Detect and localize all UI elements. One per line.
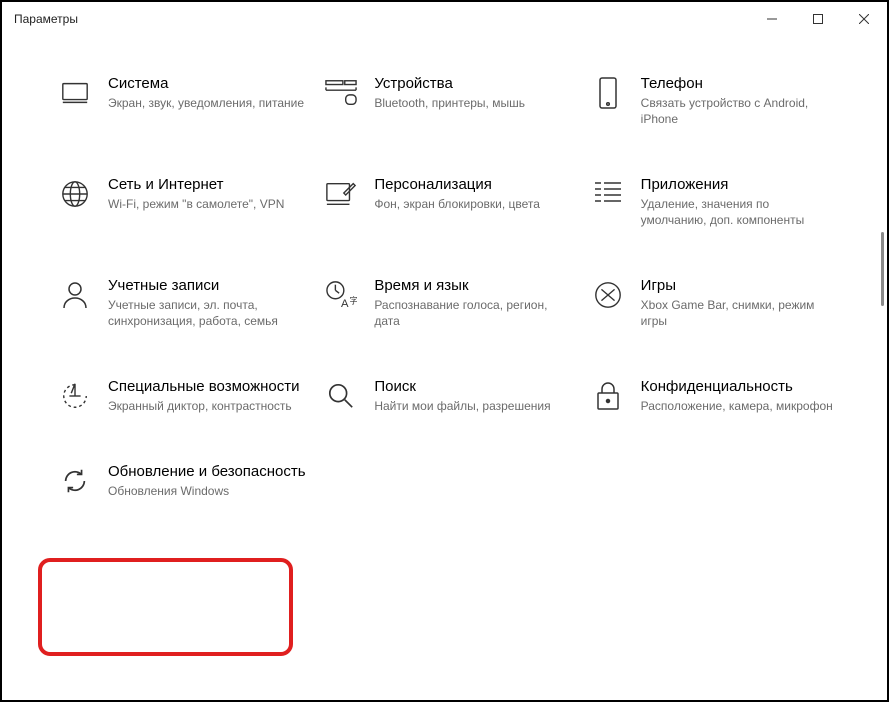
phone-icon [591,76,625,110]
category-accounts[interactable]: Учетные записи Учетные записи, эл. почта… [58,276,324,329]
category-desc: Учетные записи, эл. почта, синхронизация… [108,297,304,329]
time-language-icon: A字 [324,278,358,312]
gaming-icon [591,278,625,312]
category-apps[interactable]: Приложения Удаление, значения по умолчан… [591,175,857,228]
category-desc: Экранный диктор, контрастность [108,398,300,414]
svg-text:字: 字 [350,295,358,305]
search-icon [324,379,358,413]
accessibility-icon [58,379,92,413]
category-update-security[interactable]: Обновление и безопасность Обновления Win… [58,462,330,499]
category-system[interactable]: Система Экран, звук, уведомления, питани… [58,74,324,127]
category-title: Конфиденциальность [641,377,833,396]
titlebar: Параметры [2,2,887,36]
paint-icon [324,177,358,211]
category-desc: Связать устройство с Android, iPhone [641,95,837,127]
category-phone[interactable]: Телефон Связать устройство с Android, iP… [591,74,857,127]
window-controls [749,2,887,36]
category-desc: Фон, экран блокировки, цвета [374,196,540,212]
category-devices[interactable]: Устройства Bluetooth, принтеры, мышь [324,74,590,127]
update-icon [58,464,92,498]
category-title: Приложения [641,175,837,194]
minimize-button[interactable] [749,2,795,36]
category-desc: Удаление, значения по умолчанию, доп. ко… [641,196,837,228]
category-title: Обновление и безопасность [108,462,306,481]
window-title: Параметры [14,2,78,36]
category-privacy[interactable]: Конфиденциальность Расположение, камера,… [591,377,857,414]
settings-home: Система Экран, звук, уведомления, питани… [2,36,887,700]
display-icon [58,76,92,110]
person-icon [58,278,92,312]
category-ease-of-access[interactable]: Специальные возможности Экранный диктор,… [58,377,324,414]
category-personalization[interactable]: Персонализация Фон, экран блокировки, цв… [324,175,590,228]
category-title: Игры [641,276,837,295]
category-title: Поиск [374,377,550,396]
category-desc: Bluetooth, принтеры, мышь [374,95,525,111]
category-desc: Найти мои файлы, разрешения [374,398,550,414]
category-desc: Обновления Windows [108,483,306,499]
devices-icon [324,76,358,110]
lock-icon [591,379,625,413]
category-title: Система [108,74,304,93]
category-title: Специальные возможности [108,377,300,396]
category-desc: Wi-Fi, режим "в самолете", VPN [108,196,284,212]
category-title: Устройства [374,74,525,93]
close-button[interactable] [841,2,887,36]
category-desc: Распознавание голоса, регион, дата [374,297,570,329]
globe-icon [58,177,92,211]
category-network[interactable]: Сеть и Интернет Wi-Fi, режим "в самолете… [58,175,324,228]
maximize-button[interactable] [795,2,841,36]
category-title: Персонализация [374,175,540,194]
apps-icon [591,177,625,211]
category-gaming[interactable]: Игры Xbox Game Bar, снимки, режим игры [591,276,857,329]
category-title: Сеть и Интернет [108,175,284,194]
scrollbar-thumb[interactable] [881,232,884,306]
svg-text:A: A [341,298,349,310]
categories-grid: Система Экран, звук, уведомления, питани… [58,74,857,499]
category-title: Время и язык [374,276,570,295]
category-time-language[interactable]: A字 Время и язык Распознавание голоса, ре… [324,276,590,329]
category-title: Учетные записи [108,276,304,295]
category-desc: Расположение, камера, микрофон [641,398,833,414]
category-title: Телефон [641,74,837,93]
category-desc: Экран, звук, уведомления, питание [108,95,304,111]
category-search[interactable]: Поиск Найти мои файлы, разрешения [324,377,590,414]
category-desc: Xbox Game Bar, снимки, режим игры [641,297,837,329]
